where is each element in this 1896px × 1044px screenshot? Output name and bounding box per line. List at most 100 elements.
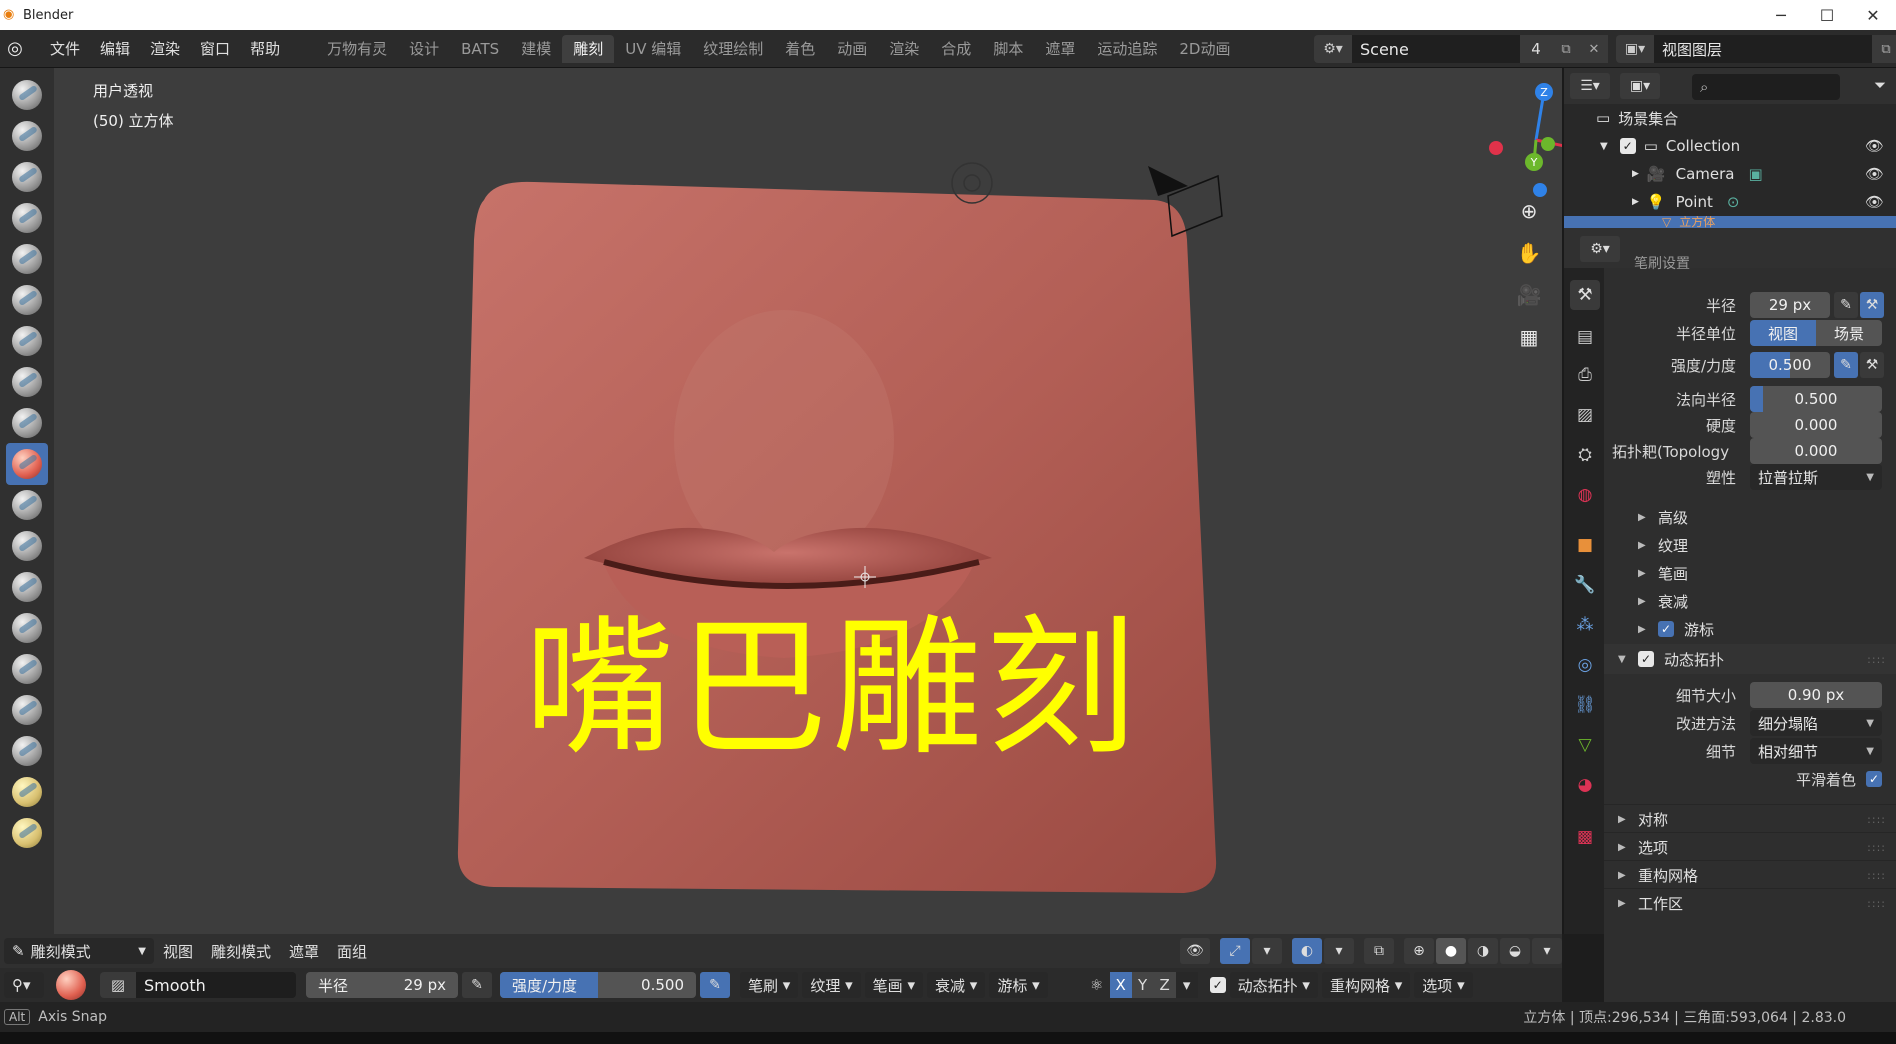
smooth-shading-checkbox[interactable]: ✓ [1866,771,1882,787]
pressure-strength-icon[interactable]: ✎ [700,972,730,998]
collection-checkbox[interactable]: ✓ [1619,138,1636,154]
brush-draw-tool[interactable] [6,74,48,116]
view-layer-name[interactable]: 视图图层 [1654,35,1872,63]
falloff-dropdown[interactable]: 衰减 ▾ [926,972,986,998]
section-options[interactable]: ▶ 选项 :::: [1604,832,1896,862]
particles-tab-icon[interactable]: ⁂ [1570,610,1600,640]
expand-icon[interactable]: ▼ [1600,141,1608,152]
drag-grip-icon[interactable]: :::: [1867,897,1886,910]
mode-selector[interactable]: ✎ 雕刻模式 ▼ [4,938,154,964]
pressure-radius-icon[interactable]: ✎ [462,972,492,998]
blender-menu-icon[interactable]: ◎ [2,36,28,62]
brush-inflate-tool[interactable] [6,279,48,321]
brush-blob-tool[interactable] [6,320,48,362]
texture-tab-icon[interactable]: ▩ [1570,822,1600,852]
menu-face-sets[interactable]: 面组 [328,938,376,964]
hardness-field[interactable]: 0.000 [1750,412,1882,438]
radius-unit-view[interactable]: 视图 [1750,320,1816,346]
pan-hand-icon[interactable]: ✋ [1512,236,1546,270]
unified-strength-icon[interactable]: ⚒ [1860,352,1884,378]
workspace-tab[interactable]: 建模 [510,35,562,63]
3d-viewport[interactable]: 用户透视 (50) 立方体 嘴巴雕刻 Z Y ⊕ ✋ 🎥 ▦ [54,68,1562,934]
scene-icon[interactable]: ⚙▾ [1314,35,1352,63]
workspace-tab[interactable]: 遮罩 [1034,35,1086,63]
scene-tab-icon[interactable]: ⛭ [1570,440,1600,470]
sculpted-cube[interactable] [454,180,1234,900]
menu-mask[interactable]: 遮罩 [280,938,328,964]
menu-help[interactable]: 帮助 [240,35,290,63]
brush-name-field[interactable]: Smooth [136,972,296,998]
new-scene-icon[interactable]: ⧉ [1552,35,1580,63]
brush-smooth-tool[interactable] [6,402,48,444]
visibility-icon[interactable]: 👁 [1180,938,1210,964]
menu-edit[interactable]: 编辑 [90,35,140,63]
view-layer-icon[interactable]: ▣▾ [1616,35,1654,63]
brush-pose-tool[interactable] [6,730,48,772]
brush-scrape-tool[interactable] [6,525,48,567]
workspace-tab[interactable]: 脚本 [982,35,1034,63]
dyntopo-checkbox[interactable]: ✓ [1638,651,1654,667]
cursor-checkbox[interactable]: ✓ [1658,621,1674,637]
section-advanced[interactable]: ▶ 高级 [1604,502,1896,532]
pressure-radius-icon[interactable]: ✎ [1834,292,1858,318]
data-tab-icon[interactable]: ▽ [1570,730,1600,760]
brush-thumb-tool[interactable] [6,689,48,731]
brush-rotate-tool[interactable] [6,812,48,854]
drag-grip-icon[interactable]: :::: [1867,653,1886,666]
brush-pinch-tool[interactable] [6,566,48,608]
texture-dropdown[interactable]: 纹理 ▾ [802,972,861,998]
plasticity-select[interactable]: 拉普拉斯 ▼ [1750,464,1882,490]
brush-snake-hook-tool[interactable] [6,648,48,690]
eye-icon[interactable]: 👁 [1865,193,1884,211]
menu-render[interactable]: 渲染 [140,35,190,63]
output-tab-icon[interactable]: ⎙ [1570,360,1600,390]
overlay-toggle-icon[interactable]: ◐ [1292,938,1322,964]
workspace-tab[interactable]: 2D动画 [1168,35,1241,63]
brush-preview-icon[interactable] [56,970,86,1000]
camera-object[interactable] [949,160,995,206]
brush-layer-tool[interactable] [6,238,48,280]
camera-view-icon[interactable]: 🎥 [1512,278,1546,312]
material-shading-icon[interactable]: ◑ [1468,938,1498,964]
refine-method-select[interactable]: 细分塌陷 ▼ [1750,710,1882,736]
outliner-row-camera[interactable]: ▶ 🎥 Camera ▣ 👁 [1564,160,1896,188]
material-tab-icon[interactable]: ◕ [1570,770,1600,800]
section-workspace[interactable]: ▶ 工作区 :::: [1604,888,1896,918]
constraints-tab-icon[interactable]: ⛓ [1570,690,1600,720]
brush-grab-tool[interactable] [6,607,48,649]
menu-window[interactable]: 窗口 [190,35,240,63]
expand-icon[interactable]: ▶ [1632,197,1639,207]
workspace-tab[interactable]: 着色 [774,35,826,63]
brush-fill-tool[interactable] [6,484,48,526]
workspace-tab[interactable]: 纹理绘制 [692,35,774,63]
options-dropdown[interactable]: 选项 ▾ [1414,972,1473,998]
outliner-search[interactable]: ⌕ [1692,74,1840,100]
drag-grip-icon[interactable]: :::: [1867,869,1886,882]
xray-toggle-icon[interactable]: ⧉ [1364,938,1394,964]
stroke-dropdown[interactable]: 笔画 ▾ [864,972,923,998]
workspace-tab[interactable]: 合成 [930,35,982,63]
workspace-tab[interactable]: BATS [450,35,510,63]
detailing-select[interactable]: 相对细节 ▼ [1750,738,1882,764]
display-mode-icon[interactable]: ▣▾ [1620,73,1660,99]
workspace-tab[interactable]: 雕刻 [562,34,615,63]
mirror-z-toggle[interactable]: Z [1153,972,1176,998]
brush-draw-sharp-tool[interactable] [6,115,48,157]
outliner-scene-collection[interactable]: ▭ 场景集合 [1564,104,1896,132]
wireframe-shading-icon[interactable]: ⊕ [1404,938,1434,964]
brush-flatten-tool[interactable] [6,443,48,485]
eye-icon[interactable]: 👁 [1865,137,1884,155]
mirror-options-icon[interactable]: ▾ [1175,972,1198,998]
filter-icon[interactable]: ⏷ [1874,76,1886,94]
outliner-row-point[interactable]: ▶ 💡 Point ⊙ 👁 [1564,188,1896,216]
topology-rake-field[interactable]: 0.000 [1750,438,1882,464]
modifier-tab-icon[interactable]: 🔧 [1570,570,1600,600]
section-dyntopo[interactable]: ▼ ✓ 动态拓扑 :::: [1604,644,1896,674]
unified-radius-icon[interactable]: ⚒ [1860,292,1884,318]
normal-radius-field[interactable]: 0.500 [1750,386,1882,412]
workspace-tab[interactable]: 渲染 [878,35,930,63]
tool-icon-select[interactable]: ⚲▾ [4,972,44,998]
workspace-tab[interactable]: 运动追踪 [1086,35,1168,63]
close-icon[interactable]: ✕ [1850,0,1896,30]
zoom-icon[interactable]: ⊕ [1512,194,1546,228]
